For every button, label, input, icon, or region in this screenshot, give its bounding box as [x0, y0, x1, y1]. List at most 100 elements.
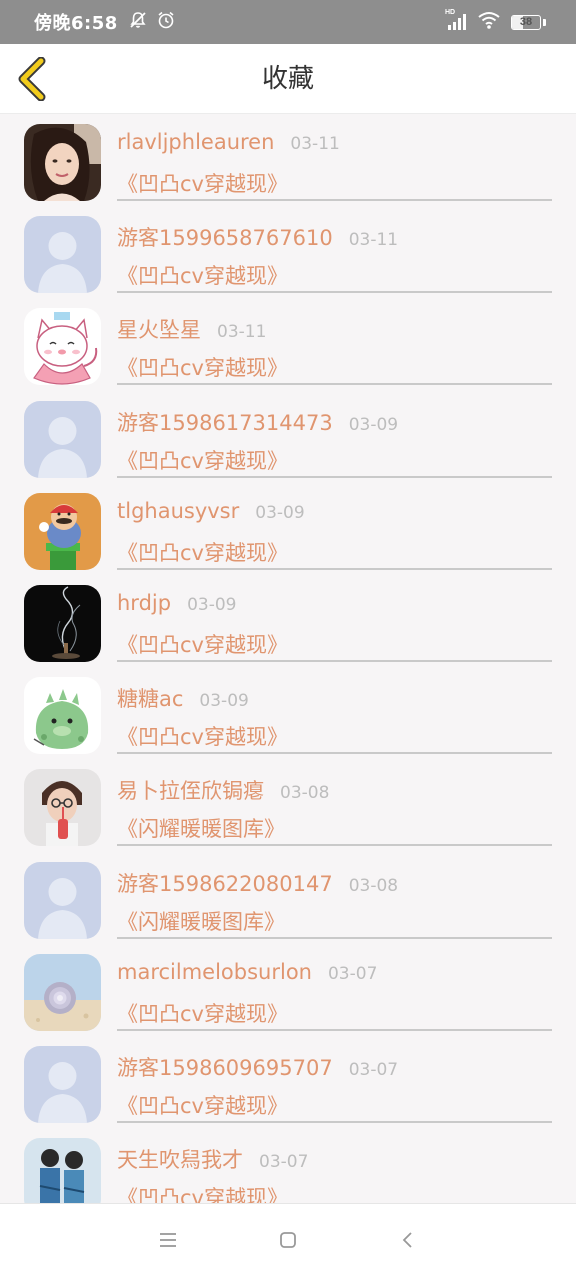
item-name-row: 游客1598622080147 03-08: [117, 868, 398, 898]
favorite-item[interactable]: tlghausyvsr 03-09 《凹凸cv穿越现》: [0, 483, 576, 575]
divider: [117, 383, 552, 385]
work-title[interactable]: 《凹凸cv穿越现》: [117, 998, 288, 1028]
item-date: 03-09: [199, 691, 249, 711]
item-name-row: 糖糖ac 03-09: [117, 683, 249, 713]
favorite-item[interactable]: hrdjp 03-09 《凹凸cv穿越现》: [0, 575, 576, 667]
divider: [117, 476, 552, 478]
avatar[interactable]: [24, 677, 101, 754]
avatar[interactable]: [24, 401, 101, 478]
status-left-icons: [128, 10, 176, 34]
favorite-item[interactable]: 游客1599658767610 03-11 《凹凸cv穿越现》: [0, 206, 576, 298]
work-title[interactable]: 《凹凸cv穿越现》: [117, 445, 288, 475]
item-name-row: rlavljphleauren 03-11: [117, 130, 340, 154]
back-icon: [402, 1232, 412, 1248]
user-name[interactable]: 星火坠星: [117, 314, 201, 344]
item-date: 03-09: [187, 595, 237, 615]
favorites-list[interactable]: rlavljphleauren 03-11 《凹凸cv穿越现》 游客159965876…: [0, 114, 576, 1203]
work-title[interactable]: 《凹凸cv穿越现》: [117, 629, 288, 659]
avatar[interactable]: [24, 769, 101, 846]
work-title[interactable]: 《凹凸cv穿越现》: [117, 168, 288, 198]
avatar[interactable]: [24, 493, 101, 570]
item-date: 03-11: [290, 134, 340, 154]
item-name-row: marcilmelobsurlon 03-07: [117, 960, 377, 984]
home-icon: [280, 1232, 296, 1248]
item-date: 03-07: [348, 1060, 399, 1080]
avatar[interactable]: [24, 124, 101, 201]
header: 收藏: [0, 44, 576, 114]
avatar[interactable]: [24, 1046, 101, 1123]
favorite-item[interactable]: 游客1598622080147 03-08 《闪耀暖暖图库》: [0, 852, 576, 944]
work-title[interactable]: 《凹凸cv穿越现》: [117, 352, 288, 382]
status-bar: 傍晚6:58 HD 38: [0, 0, 576, 44]
user-name[interactable]: 糖糖ac: [117, 683, 183, 713]
battery-tip: [543, 18, 546, 26]
item-date: 03-08: [280, 783, 330, 803]
favorite-item[interactable]: 天生吹舄我才 03-07 《凹凸cv穿越现》: [0, 1128, 576, 1203]
status-right-icons: HD 38: [445, 9, 546, 34]
favorite-item[interactable]: 星火坠星 03-11 《凹凸cv穿越现》: [0, 298, 576, 390]
favorite-item[interactable]: 易卜拉侄欣锔瘪 03-08 《闪耀暖暖图库》: [0, 759, 576, 851]
item-name-row: 游客1598609695707 03-07: [117, 1052, 398, 1082]
item-name-row: 星火坠星 03-11: [117, 314, 266, 344]
mute-icon: [128, 10, 148, 34]
avatar[interactable]: [24, 1138, 101, 1203]
favorite-item[interactable]: rlavljphleauren 03-11 《凹凸cv穿越现》: [0, 114, 576, 206]
menu-icon: [160, 1233, 176, 1247]
avatar[interactable]: [24, 954, 101, 1031]
divider: [117, 1029, 552, 1031]
user-name[interactable]: 游客1598622080147: [117, 868, 333, 898]
user-name[interactable]: tlghausyvsr: [117, 499, 239, 523]
divider: [117, 660, 552, 662]
work-title[interactable]: 《凹凸cv穿越现》: [117, 260, 288, 290]
user-name[interactable]: 游客1599658767610: [117, 222, 333, 252]
item-date: 03-09: [348, 415, 399, 435]
work-title[interactable]: 《闪耀暖暖图库》: [117, 906, 285, 936]
item-date: 03-07: [327, 964, 378, 984]
user-name[interactable]: marcilmelobsurlon: [117, 960, 312, 984]
item-date: 03-07: [259, 1152, 309, 1172]
item-date: 03-09: [255, 503, 305, 523]
avatar[interactable]: [24, 585, 101, 662]
home-button[interactable]: [270, 1222, 306, 1258]
user-name[interactable]: 游客1598617314473: [117, 407, 333, 437]
work-title[interactable]: 《凹凸cv穿越现》: [117, 1182, 288, 1203]
item-name-row: 易卜拉侄欣锔瘪 03-08: [117, 775, 329, 805]
work-title[interactable]: 《凹凸cv穿越现》: [117, 537, 288, 567]
battery-indicator: 38: [511, 14, 541, 30]
item-name-row: 天生吹舄我才 03-07: [117, 1144, 308, 1174]
avatar[interactable]: [24, 216, 101, 293]
divider: [117, 568, 552, 570]
divider: [117, 844, 552, 846]
user-name[interactable]: 游客1598609695707: [117, 1052, 333, 1082]
status-time: 傍晚6:58: [34, 13, 118, 34]
divider: [117, 1121, 552, 1123]
item-name-row: 游客1599658767610 03-11: [117, 222, 398, 252]
favorite-item[interactable]: 游客1598609695707 03-07 《凹凸cv穿越现》: [0, 1036, 576, 1128]
item-date: 03-08: [348, 876, 399, 896]
menu-button[interactable]: [150, 1222, 186, 1258]
user-name[interactable]: rlavljphleauren: [117, 130, 274, 154]
work-title[interactable]: 《闪耀暖暖图库》: [117, 813, 285, 843]
user-name[interactable]: 天生吹舄我才: [117, 1144, 243, 1174]
avatar[interactable]: [24, 308, 101, 385]
work-title[interactable]: 《凹凸cv穿越现》: [117, 721, 288, 751]
divider: [117, 937, 552, 939]
system-back-button[interactable]: [390, 1222, 426, 1258]
favorite-item[interactable]: 糖糖ac 03-09 《凹凸cv穿越现》: [0, 667, 576, 759]
avatar[interactable]: [24, 862, 101, 939]
divider: [117, 752, 552, 754]
item-date: 03-11: [217, 322, 267, 342]
alarm-icon: [156, 10, 176, 34]
battery-level: 38: [519, 16, 533, 28]
item-name-row: 游客1598617314473 03-09: [117, 407, 398, 437]
system-nav-bar: [0, 1203, 576, 1280]
favorite-item[interactable]: marcilmelobsurlon 03-07 《凹凸cv穿越现》: [0, 944, 576, 1036]
user-name[interactable]: 易卜拉侄欣锔瘪: [117, 775, 264, 805]
wifi-icon: [477, 10, 501, 34]
divider: [117, 199, 552, 201]
signal-icon: HD: [445, 9, 467, 32]
favorite-item[interactable]: 游客1598617314473 03-09 《凹凸cv穿越现》: [0, 391, 576, 483]
work-title[interactable]: 《凹凸cv穿越现》: [117, 1090, 288, 1120]
user-name[interactable]: hrdjp: [117, 591, 171, 615]
item-date: 03-11: [348, 230, 399, 250]
